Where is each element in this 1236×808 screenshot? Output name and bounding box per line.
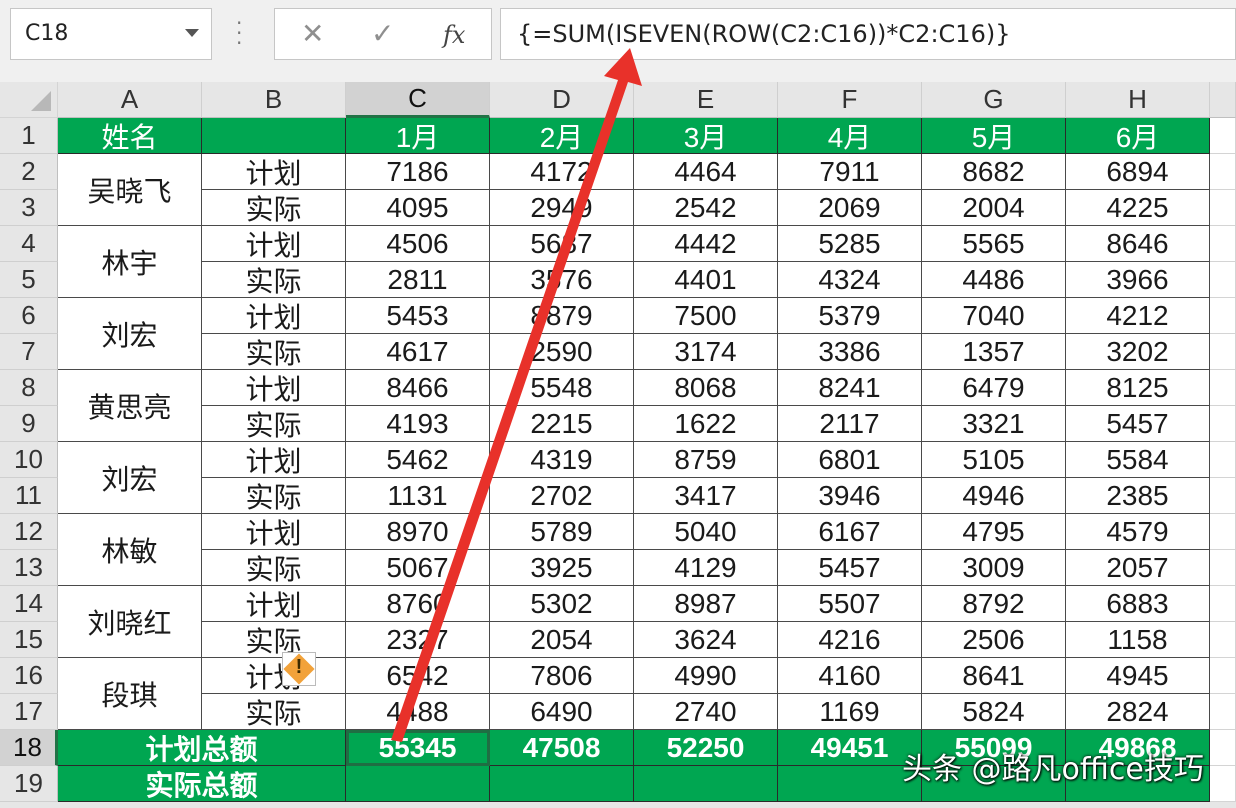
- red-arrow: [391, 48, 642, 742]
- red-arrow-annotation: [391, 48, 642, 742]
